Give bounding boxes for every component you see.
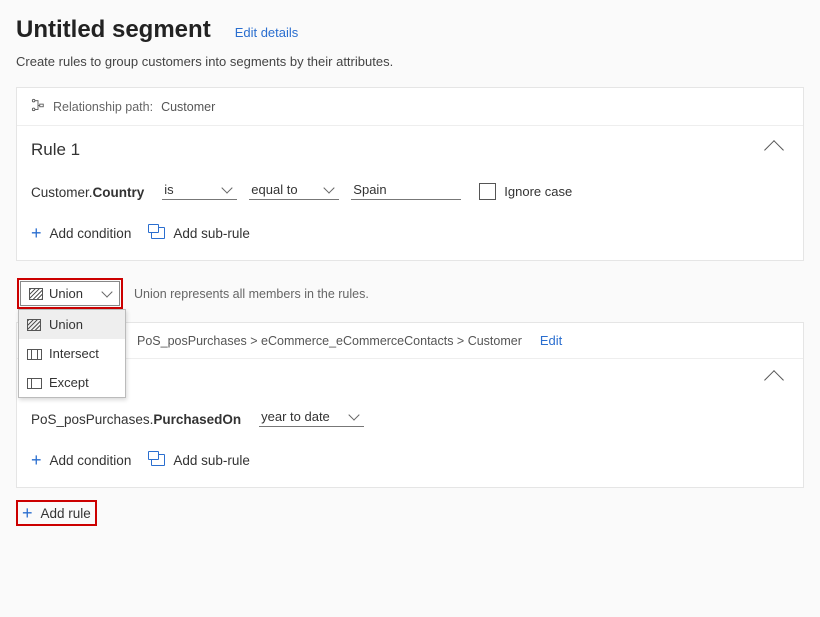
ignore-case-checkbox[interactable]: Ignore case (479, 183, 572, 200)
union-icon (29, 288, 43, 300)
page-title: Untitled segment (16, 16, 211, 44)
relationship-path: PoS_posPurchases > eCommerce_eCommerceCo… (17, 323, 803, 359)
intersect-icon (27, 348, 41, 360)
chevron-down-icon (101, 286, 112, 297)
collapse-icon[interactable] (764, 370, 784, 390)
add-rule-button[interactable]: + Add rule (16, 500, 97, 526)
page-subtitle: Create rules to group customers into seg… (16, 54, 804, 69)
combiner-select[interactable]: Union (20, 281, 120, 306)
condition-row: PoS_posPurchases.PurchasedOn (31, 407, 789, 427)
entity-attribute: Customer.Country (31, 185, 144, 200)
subrule-icon (151, 227, 165, 239)
relationship-path-value: Customer (161, 100, 215, 114)
rule-card-2: PoS_posPurchases > eCommerce_eCommerceCo… (16, 322, 804, 488)
edit-path-link[interactable]: Edit (540, 333, 562, 348)
subrule-icon (151, 454, 165, 466)
collapse-icon[interactable] (764, 140, 784, 160)
rule-name: Rule 1 (31, 140, 80, 160)
operator-1-select[interactable] (162, 180, 237, 200)
combiner-option-except[interactable]: Except (19, 368, 125, 397)
combiner-option-intersect[interactable]: Intersect (19, 339, 125, 368)
except-icon (27, 377, 41, 389)
value-input[interactable] (351, 180, 461, 200)
relationship-path-label: Relationship path: (53, 100, 153, 114)
operator-2-select[interactable] (249, 180, 339, 200)
edit-details-link[interactable]: Edit details (235, 25, 299, 40)
plus-icon: + (31, 451, 42, 469)
relationship-path: Relationship path: Customer (17, 88, 803, 126)
plus-icon: + (31, 224, 42, 242)
relationship-path-value: PoS_posPurchases > eCommerce_eCommerceCo… (137, 334, 522, 348)
combiner-dropdown: Union Intersect Except (18, 309, 126, 398)
combiner-hint: Union represents all members in the rule… (134, 287, 369, 301)
add-condition-button[interactable]: + Add condition (31, 451, 131, 469)
operator-1-select[interactable] (259, 407, 364, 427)
ignore-case-label: Ignore case (504, 184, 572, 199)
add-subrule-button[interactable]: Add sub-rule (151, 451, 250, 469)
path-icon (31, 98, 45, 115)
union-icon (27, 319, 41, 331)
add-condition-button[interactable]: + Add condition (31, 224, 131, 242)
entity-attribute: PoS_posPurchases.PurchasedOn (31, 412, 241, 427)
combiner-container: Union Union Intersect Except (18, 279, 122, 308)
plus-icon: + (22, 504, 33, 522)
rule-card-1: Relationship path: Customer Rule 1 Custo… (16, 87, 804, 261)
checkbox-icon (479, 183, 496, 200)
combiner-option-union[interactable]: Union (19, 310, 125, 339)
condition-row: Customer.Country Ignore case (31, 180, 789, 200)
add-subrule-button[interactable]: Add sub-rule (151, 224, 250, 242)
